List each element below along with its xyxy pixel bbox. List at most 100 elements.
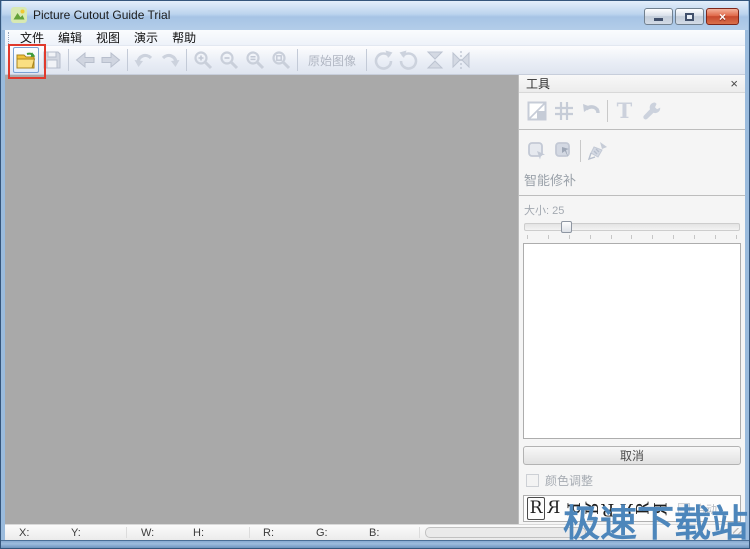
image-canvas[interactable]	[5, 75, 518, 524]
crop-icon	[527, 101, 546, 120]
status-h-label: H:	[193, 527, 204, 539]
status-y-label: Y:	[71, 527, 81, 539]
menu-view[interactable]: 视图	[89, 28, 127, 47]
menubar-gripper	[8, 31, 9, 44]
toolbar-separator	[127, 49, 128, 71]
zoom-out-icon	[220, 51, 239, 70]
menu-file[interactable]: 文件	[13, 28, 51, 47]
app-window: Picture Cutout Guide Trial × 文件 编辑 视图 演示…	[0, 0, 750, 549]
auto-group: 自动	[678, 501, 717, 517]
brush-size-slider[interactable]	[524, 221, 740, 233]
resize-grip[interactable]	[733, 528, 743, 538]
undo-arrow-icon	[582, 103, 600, 113]
orientation-option-5[interactable]: R	[599, 498, 617, 519]
flip-horizontal-button[interactable]	[448, 47, 474, 73]
settings-tool-button[interactable]	[638, 97, 665, 124]
orientation-option-8[interactable]: R	[652, 500, 673, 518]
grid-icon	[554, 101, 573, 120]
rotate-ccw-icon	[399, 50, 418, 70]
orientation-option-6[interactable]: R	[617, 498, 635, 519]
menu-demo[interactable]: 演示	[127, 28, 165, 47]
status-separator	[249, 527, 250, 538]
statusbar-panel	[425, 527, 586, 538]
zoom-fit-icon	[246, 51, 265, 70]
open-button[interactable]	[13, 47, 39, 73]
flip-vertical-button[interactable]	[422, 47, 448, 73]
zoom-in-button[interactable]	[190, 47, 216, 73]
window-title: Picture Cutout Guide Trial	[33, 8, 171, 22]
forward-arrow-icon	[101, 51, 121, 69]
zoom-out-button[interactable]	[216, 47, 242, 73]
orientation-option-1[interactable]: R	[527, 497, 545, 520]
undo-tool-button[interactable]	[577, 97, 604, 124]
back-arrow-icon	[75, 51, 95, 69]
close-icon: ×	[718, 9, 726, 24]
toolbar-separator	[297, 49, 298, 71]
minimize-button[interactable]	[644, 8, 673, 25]
tools-panel: 工具 × T 智能修补 大小: 25 取消 颜色调整 R R R R R R R…	[518, 75, 745, 524]
zoom-in-icon	[194, 51, 213, 70]
brush-icon	[587, 141, 607, 160]
save-button[interactable]	[39, 47, 65, 73]
undo-button[interactable]	[131, 47, 157, 73]
minimize-icon	[654, 17, 663, 21]
status-x-label: X:	[19, 527, 30, 539]
wrench-icon	[642, 101, 660, 119]
toolbar: 原始图像	[5, 46, 745, 75]
title-bar: Picture Cutout Guide Trial ×	[2, 1, 748, 30]
repair-preview-list[interactable]	[523, 243, 741, 439]
status-b-label: B:	[369, 527, 380, 539]
auto-checkbox[interactable]	[678, 502, 690, 515]
rotate-cw-button[interactable]	[370, 47, 396, 73]
smart-repair-brush-button[interactable]	[584, 137, 611, 164]
menu-edit[interactable]: 编辑	[51, 28, 89, 47]
panel-divider	[519, 195, 745, 196]
color-adjust-checkbox[interactable]	[526, 474, 539, 487]
color-adjust-label: 颜色调整	[545, 474, 594, 488]
copy-fragment-icon	[527, 141, 545, 159]
slider-track[interactable]	[524, 223, 740, 231]
flip-horizontal-icon	[452, 51, 470, 69]
crop-tool-button[interactable]	[523, 97, 550, 124]
auto-label: 自动	[695, 503, 717, 516]
slider-thumb[interactable]	[560, 221, 572, 233]
panel-separator	[607, 99, 608, 122]
toolbar-separator	[186, 49, 187, 71]
menu-help[interactable]: 帮助	[165, 28, 203, 47]
cancel-button[interactable]: 取消	[523, 446, 741, 465]
open-folder-icon	[16, 52, 36, 69]
window-bottom-border	[1, 540, 749, 548]
paste-fragment-icon	[554, 141, 570, 157]
panel-close-icon[interactable]: ×	[730, 77, 738, 90]
tools-panel-title: 工具	[526, 77, 551, 91]
text-tool-button[interactable]: T	[611, 97, 638, 124]
close-button[interactable]: ×	[706, 8, 739, 25]
slider-ticks	[527, 235, 737, 239]
panel-separator	[580, 139, 581, 162]
rotate-ccw-button[interactable]	[396, 47, 422, 73]
text-tool-icon: T	[616, 98, 633, 123]
color-adjust-row: 颜色调整	[526, 472, 738, 489]
app-icon	[11, 7, 27, 23]
maximize-button[interactable]	[675, 8, 704, 25]
undo-icon	[134, 53, 153, 67]
back-button[interactable]	[72, 47, 98, 73]
toolbar-gripper	[8, 54, 9, 66]
copy-fragment-button[interactable]	[523, 137, 550, 164]
grid-tool-button[interactable]	[550, 97, 577, 124]
menu-bar: 文件 编辑 视图 演示 帮助	[5, 30, 745, 46]
original-image-button[interactable]: 原始图像	[301, 52, 363, 69]
toolbar-separator	[68, 49, 69, 71]
orientation-row: R R R R R R R R 自动	[523, 495, 741, 522]
orientation-option-2[interactable]: R	[545, 498, 563, 519]
redo-icon	[161, 53, 180, 67]
status-bar: X: Y: W: H: R: G: B:	[5, 524, 745, 540]
orientation-option-4[interactable]: R	[580, 500, 601, 518]
redo-button[interactable]	[157, 47, 183, 73]
zoom-fit-button[interactable]	[242, 47, 268, 73]
status-separator	[126, 527, 127, 538]
forward-button[interactable]	[98, 47, 124, 73]
maximize-icon	[685, 12, 694, 21]
paste-fragment-button[interactable]	[550, 137, 577, 164]
zoom-actual-button[interactable]	[268, 47, 294, 73]
